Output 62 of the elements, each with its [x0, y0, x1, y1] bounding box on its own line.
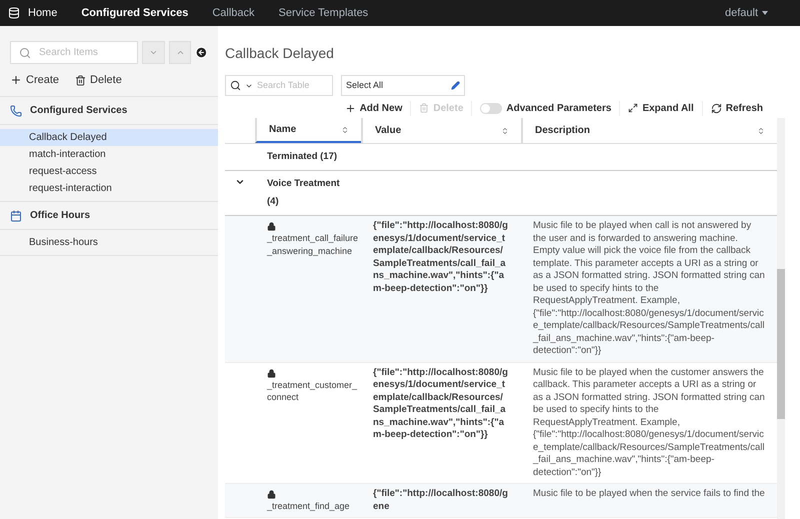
group-label: Terminated (17) [266, 150, 338, 164]
search-icon [19, 46, 31, 58]
add-new-button[interactable]: Add New [336, 100, 410, 116]
chevron-up-icon [176, 48, 185, 57]
caret-icon [762, 11, 768, 15]
parameter-description: Music file to be played when call is not answered by the user and is forwarded to answering machine. Empty value will pick the voice file from the callback template. This parameter accepts a URI as a string or as a JSON formatted string. JSON formatted string can be used to specify hints to the RequestApplyTreatment. Example, {"file":"http://localhost:8080/genesys/1/document/service_template/callback/Resources/SampleTreatments/call_fail_ans_machine.wav","hints":{"am-beep-detection":"on"}} [532, 220, 766, 358]
refresh-icon [710, 102, 722, 114]
create-button[interactable]: Create [10, 72, 60, 88]
calendar-icon [10, 210, 22, 222]
sidebar-item[interactable]: Callback Delayed [0, 129, 218, 146]
parameter-name: _treatment_customer_connect [267, 378, 358, 404]
phone-icon [10, 104, 22, 116]
collapse-icon[interactable] [195, 46, 208, 59]
parameter-name: _treatment_call_failure_answering_machine [267, 232, 359, 257]
refresh-button[interactable]: Refresh [702, 100, 771, 116]
table-search-field[interactable]: Search Table [225, 75, 333, 96]
nav-link[interactable]: Configured Services [81, 4, 188, 22]
sort-icon [757, 126, 765, 134]
section-title: Office Hours [30, 209, 90, 223]
pencil-icon [451, 81, 460, 90]
search-field[interactable]: Search Items [10, 41, 138, 64]
nav-link[interactable]: Home [8, 4, 58, 22]
lock-icon [267, 222, 276, 231]
column-header[interactable]: Name [255, 118, 361, 143]
chevron-down-icon [149, 48, 158, 57]
sidebar-item[interactable]: match-interaction [0, 146, 218, 163]
lock-icon [267, 368, 276, 378]
search-icon [230, 80, 241, 91]
chevron-down-icon[interactable] [235, 177, 245, 187]
sort-icon [341, 126, 349, 134]
group-label: Voice Treatment (4) [266, 177, 341, 209]
database-icon [8, 7, 20, 19]
parameter-description: Music file to be played when the customer answers the callback. This parameter accepts a URI as a string or as a JSON formatted string. JSON formatted string can be used to specify hints to the RequestApplyTreatment. Example, {"file":"http://localhost:8080/genesys/1/document/service_template/callback/Resources/SampleTreatments/call_fail_ans_machine.wav","hints":{"am-beep-detection":"on"}} [532, 366, 766, 479]
table-search-input[interactable]: Search Table [257, 78, 328, 92]
parameter-description: Music file to be played when the service fails to find the [532, 488, 766, 501]
nav-link[interactable]: Callback [212, 4, 255, 22]
parameter-value: {"file":"http://localhost:8080/gene [372, 488, 509, 513]
sidebar-item[interactable]: request-access [0, 163, 218, 180]
nav-link[interactable]: Service Templates [278, 4, 368, 22]
sidebar-item[interactable]: Business-hours [0, 234, 218, 251]
toggle-switch[interactable] [480, 102, 502, 114]
delete-button[interactable]: Delete [75, 72, 122, 88]
lock-icon [267, 490, 276, 499]
expand-icon [628, 103, 638, 113]
sort-icon [501, 126, 509, 134]
parameter-name: _treatment_find_age [267, 500, 351, 512]
down-button[interactable] [142, 41, 165, 64]
page-title: Callback Delayed [225, 44, 335, 63]
expand-all-button[interactable]: Expand All [619, 100, 702, 116]
user-menu[interactable]: default [724, 4, 768, 22]
select-field[interactable]: Select All [341, 75, 465, 96]
plus-icon [344, 102, 356, 114]
parameter-value: {"file":"http://localhost:8080/genesys/1/document/service_template/callback/Resources/SampleTreatments/call_fail_ans_machine.wav","hints":{"am-beep-detection":"on"}} [372, 220, 509, 296]
parameter-value: {"file":"http://localhost:8080/genesys/1/document/service_template/callback/Resources/SampleTreatments/call_fail_ans_machine.wav","hints":{"am-beep-detection":"on"}} [372, 366, 509, 442]
sidebar-item[interactable]: request-interaction [0, 180, 218, 197]
column-header[interactable]: Value [361, 118, 521, 143]
trash-icon [75, 74, 86, 86]
section-title: Configured Services [30, 104, 128, 118]
plus-icon [10, 74, 22, 86]
trash-icon [419, 103, 430, 113]
search-input[interactable]: Search Items [39, 45, 130, 60]
toggle-label: Advanced Parameters [506, 102, 612, 116]
